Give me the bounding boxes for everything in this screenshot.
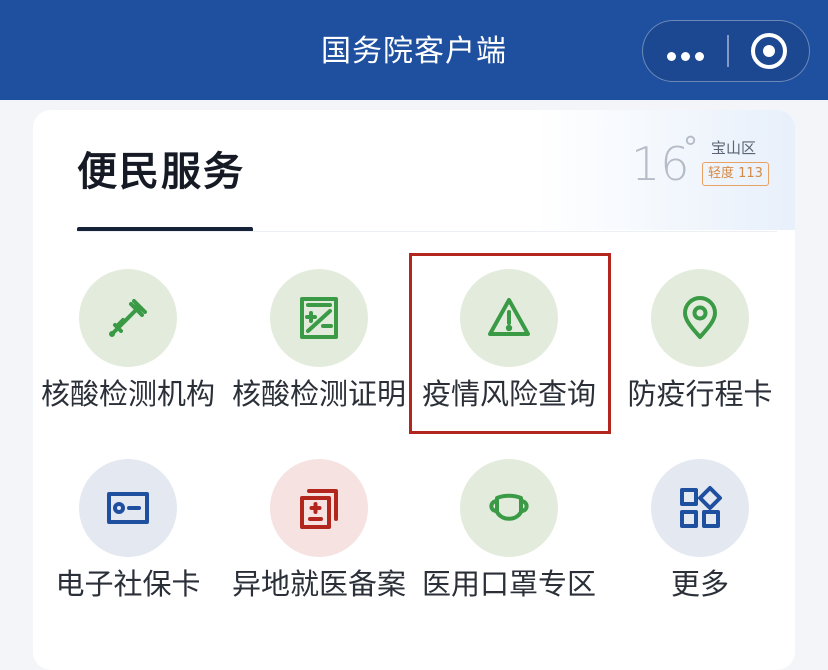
service-medical-mask-zone[interactable]: 医用口罩专区: [414, 422, 604, 612]
air-quality-badge: 轻度 113: [702, 162, 769, 186]
icon-circle: [651, 269, 749, 367]
grid-apps-icon: [680, 486, 722, 528]
icon-circle: [79, 269, 177, 367]
service-label: 更多: [670, 567, 729, 601]
temperature-value: 16: [631, 137, 690, 191]
title-bar: 国务院客户端: [0, 0, 828, 100]
service-remote-medical-registration[interactable]: 异地就医备案: [224, 422, 414, 612]
icon-circle: [79, 459, 177, 557]
id-card-icon: [107, 492, 149, 524]
service-label: 电子社保卡: [55, 567, 201, 601]
service-more[interactable]: 更多: [605, 422, 795, 612]
medical-record-icon: [300, 489, 338, 529]
service-label: 医用口罩专区: [421, 567, 596, 601]
district-label: 宝山区: [711, 139, 757, 157]
service-label: 核酸检测机构: [40, 377, 215, 411]
convenience-services-card: 便民服务 16 ° 宝山区 轻度 113 核酸检测机构 核酸检测证明 疫情风险查…: [33, 110, 795, 670]
icon-circle: [651, 459, 749, 557]
target-icon: [751, 33, 787, 69]
more-menu-button[interactable]: [643, 21, 727, 80]
mask-icon: [489, 493, 529, 521]
ellipsis-icon: [667, 46, 709, 65]
certificate-icon: [300, 297, 338, 339]
card-title: 便民服务: [77, 149, 245, 195]
dropper-icon: [109, 299, 147, 337]
service-label: 防疫行程卡: [627, 377, 773, 411]
close-mini-program-button[interactable]: [729, 21, 809, 80]
icon-circle: [270, 269, 368, 367]
service-label: 核酸检测证明: [231, 377, 406, 411]
location-pin-icon: [683, 296, 717, 339]
icon-circle: [460, 459, 558, 557]
card-header: 便民服务 16 ° 宝山区 轻度 113: [33, 110, 795, 232]
icon-circle: [270, 459, 368, 557]
service-label: 异地就医备案: [231, 567, 406, 601]
service-nucleic-test-certificate[interactable]: 核酸检测证明: [224, 232, 414, 422]
service-travel-card[interactable]: 防疫行程卡: [605, 232, 795, 422]
service-social-security-card[interactable]: 电子社保卡: [33, 422, 223, 612]
mini-program-capsule: [642, 20, 810, 82]
degree-symbol: °: [683, 131, 698, 166]
service-nucleic-test-sites[interactable]: 核酸检测机构: [33, 232, 223, 422]
highlight-box: [409, 253, 611, 434]
